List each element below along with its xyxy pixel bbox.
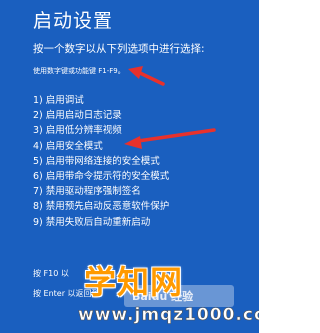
watermark-url-text: www.jmqz1000.com [78, 305, 259, 326]
arrow-to-safe-mode [124, 128, 216, 149]
watermark: Baidu 经验 学知网 www.jmqz1000.com [78, 257, 259, 333]
watermark-logo-text: 学知网 [84, 263, 184, 301]
startup-settings-screen: 启动设置 按一个数字以从下列选项中进行选择: 使用数字键或功能键 F1-F9。 … [0, 0, 259, 333]
